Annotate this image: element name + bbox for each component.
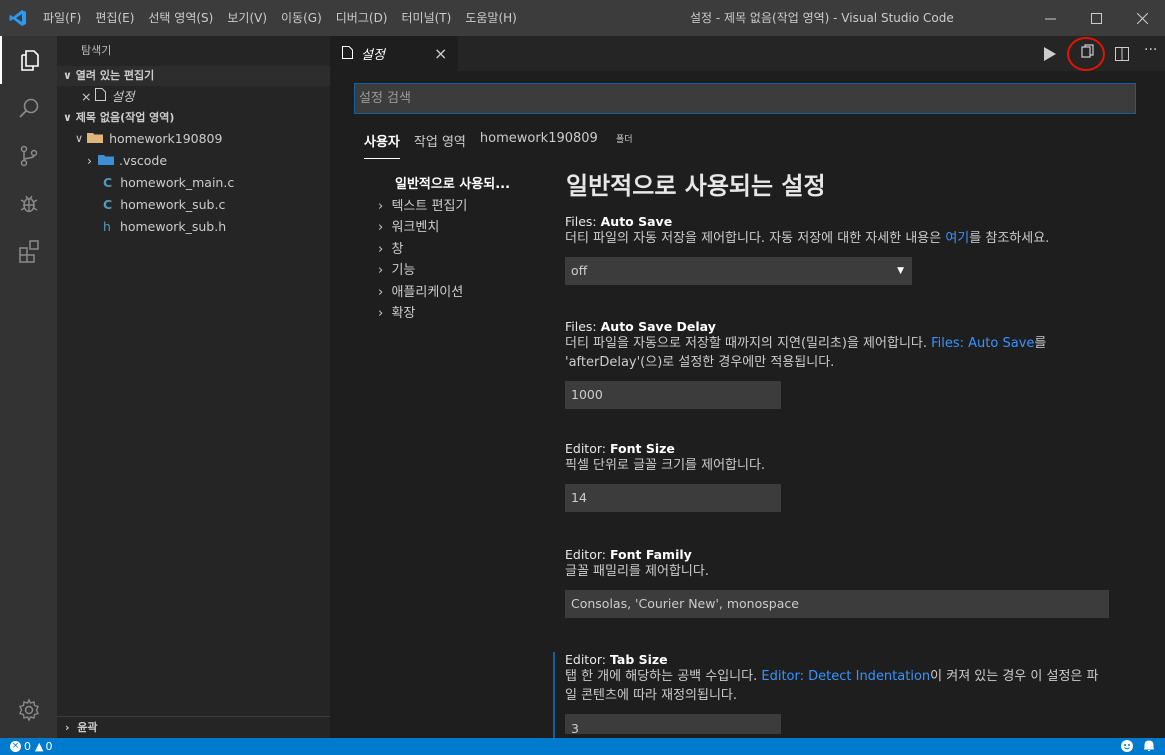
editor-area: 설정 × ··· 설정 검색 사용자 작업 영역 homework190809 … xyxy=(330,36,1165,742)
tab-bar: 설정 × ··· xyxy=(330,36,1165,71)
more-info-link[interactable]: 여기 xyxy=(945,231,969,246)
close-icon[interactable]: × xyxy=(434,44,447,63)
settings-list: 일반적으로 사용되는 설정 Files: Auto Save 더티 파일의 자동… xyxy=(553,166,1145,742)
warning-icon: ▲ xyxy=(35,740,44,753)
menu-selection[interactable]: 선택 영역(S) xyxy=(141,0,220,36)
folder-icon xyxy=(87,128,104,150)
tree-item-file[interactable]: C homework_sub.c xyxy=(57,194,330,216)
menu-view[interactable]: 보기(V) xyxy=(220,0,274,36)
feedback-smiley-icon[interactable] xyxy=(1121,740,1133,755)
menu-edit[interactable]: 편집(E) xyxy=(88,0,141,36)
settings-toc: 일반적으로 사용되... › 텍스트 편집기 › 워크벤치 › 창 › 기능 ›… xyxy=(378,174,510,325)
file-icon xyxy=(95,86,107,108)
settings-search-input[interactable]: 설정 검색 xyxy=(354,83,1136,114)
toc-item[interactable]: › 확장 xyxy=(378,303,510,325)
auto-save-select[interactable]: off ▼ xyxy=(565,257,912,285)
activity-bar xyxy=(0,36,57,738)
explorer-files-icon[interactable] xyxy=(0,36,57,84)
workspace-section[interactable]: ∨ 제목 없음(작업 영역) xyxy=(57,108,330,128)
close-window-button[interactable] xyxy=(1119,0,1165,36)
menu-help[interactable]: 도움말(H) xyxy=(458,0,524,36)
tree-item-file[interactable]: C homework_main.c xyxy=(57,172,330,194)
tree-item-vscode[interactable]: › .vscode xyxy=(57,150,330,172)
auto-save-link[interactable]: Files: Auto Save xyxy=(931,336,1034,351)
settings-gear-icon[interactable] xyxy=(0,686,57,734)
title-bar: 파일(F) 편집(E) 선택 영역(S) 보기(V) 이동(G) 디버그(D) … xyxy=(0,0,1165,36)
menu-go[interactable]: 이동(G) xyxy=(274,0,329,36)
chevron-right-icon: › xyxy=(65,721,78,734)
chevron-right-icon: › xyxy=(378,263,392,278)
explorer-header: 탐색기 xyxy=(81,44,112,57)
header-file-icon: h xyxy=(103,219,111,234)
minimize-button[interactable] xyxy=(1027,0,1073,36)
dropdown-arrow-icon: ▼ xyxy=(897,266,904,276)
detect-indentation-link[interactable]: Editor: Detect Indentation xyxy=(761,669,930,684)
extensions-icon[interactable] xyxy=(0,228,57,276)
toc-item[interactable]: › 애플리케이션 xyxy=(378,282,510,304)
outline-section[interactable]: › 윤곽 xyxy=(57,716,330,738)
chevron-down-icon: ∨ xyxy=(63,69,76,82)
toc-item[interactable]: › 워크벤치 xyxy=(378,217,510,239)
setting-tab-size: Editor: Tab Size 탭 한 개에 해당하는 공백 수입니다. Ed… xyxy=(553,652,1145,742)
section-title: 일반적으로 사용되는 설정 xyxy=(566,172,826,200)
c-file-icon: C xyxy=(103,197,113,212)
open-editors-section[interactable]: ∨ 열려 있는 편집기 xyxy=(57,66,330,86)
auto-save-delay-input[interactable]: 1000 xyxy=(565,381,781,409)
file-icon xyxy=(342,44,353,63)
chevron-right-icon: › xyxy=(378,198,392,214)
tab-folder[interactable]: homework190809 폴더 xyxy=(480,131,647,159)
window-title: 설정 - 제목 없음(작업 영역) - Visual Studio Code xyxy=(690,11,954,25)
c-file-icon: C xyxy=(103,175,113,190)
chevron-right-icon: › xyxy=(378,241,392,257)
setting-font-family: Editor: Font Family 글꼴 패밀리를 제어합니다. Conso… xyxy=(565,547,1145,618)
chevron-right-icon: › xyxy=(87,153,92,168)
tab-settings[interactable]: 설정 × xyxy=(330,36,458,71)
tree-item-file[interactable]: h homework_sub.h xyxy=(57,216,330,238)
open-editor-item[interactable]: × 설정 xyxy=(57,86,330,108)
tree-root-folder[interactable]: ∨ homework190809 xyxy=(57,128,330,150)
split-editor-icon[interactable] xyxy=(1115,46,1129,65)
toc-active-item[interactable]: 일반적으로 사용되... xyxy=(378,174,510,196)
toc-item[interactable]: › 기능 xyxy=(378,260,510,282)
run-icon[interactable] xyxy=(1044,46,1056,65)
search-icon[interactable] xyxy=(0,84,57,132)
setting-font-size: Editor: Font Size 픽셀 단위로 글꼴 크기를 제어합니다. 1… xyxy=(565,441,1145,512)
notifications-bell-icon[interactable] xyxy=(1143,740,1155,755)
menu-debug[interactable]: 디버그(D) xyxy=(329,0,395,36)
close-icon[interactable]: × xyxy=(81,86,91,108)
chevron-down-icon: ∨ xyxy=(63,111,76,124)
vscode-folder-icon xyxy=(98,150,114,172)
toc-item[interactable]: › 창 xyxy=(378,239,510,261)
chevron-right-icon: › xyxy=(378,220,392,235)
tab-size-input[interactable]: 3 xyxy=(565,714,781,736)
more-actions-icon[interactable]: ··· xyxy=(1144,42,1157,58)
chevron-right-icon: › xyxy=(378,306,392,321)
menu-file[interactable]: 파일(F) xyxy=(36,0,88,36)
highlight-circle xyxy=(1067,37,1105,71)
vscode-logo-icon xyxy=(0,0,36,36)
font-size-input[interactable]: 14 xyxy=(565,484,781,512)
tab-user[interactable]: 사용자 xyxy=(364,131,400,159)
setting-auto-save: Files: Auto Save 더티 파일의 자동 저장을 제어합니다. 자동… xyxy=(565,214,1145,285)
tab-workspace[interactable]: 작업 영역 xyxy=(414,131,466,159)
explorer-sidebar: 탐색기 ∨ 열려 있는 편집기 × 설정 ∨ 제목 없음(작업 영역) ∨ ho… xyxy=(57,36,330,738)
errors-indicator[interactable]: × 0 ▲ 0 xyxy=(10,740,52,753)
toc-item[interactable]: › 텍스트 편집기 xyxy=(378,196,510,218)
menu-terminal[interactable]: 터미널(T) xyxy=(395,0,459,36)
setting-auto-save-delay: Files: Auto Save Delay 더티 파일을 자동으로 저장할 때… xyxy=(565,319,1145,409)
menu-bar: 파일(F) 편집(E) 선택 영역(S) 보기(V) 이동(G) 디버그(D) … xyxy=(36,0,524,36)
settings-scope-tabs: 사용자 작업 영역 homework190809 폴더 xyxy=(364,131,661,159)
font-family-input[interactable]: Consolas, 'Courier New', monospace xyxy=(565,590,1109,618)
maximize-button[interactable] xyxy=(1073,0,1119,36)
chevron-right-icon: › xyxy=(378,284,392,300)
status-bar: × 0 ▲ 0 xyxy=(0,738,1165,755)
error-icon: × xyxy=(10,741,21,752)
source-control-icon[interactable] xyxy=(0,132,57,180)
debug-bug-icon[interactable] xyxy=(0,180,57,228)
chevron-down-icon: ∨ xyxy=(75,132,84,145)
